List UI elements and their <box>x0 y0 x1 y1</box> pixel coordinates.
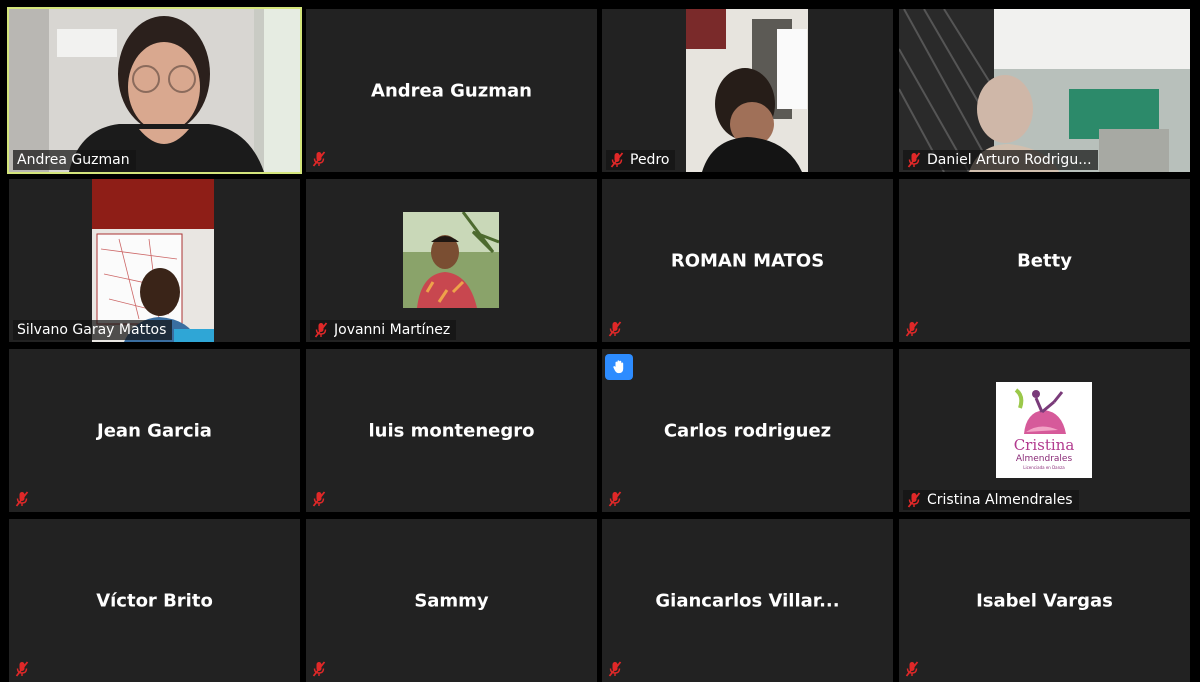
participant-tile[interactable]: ROMAN MATOS <box>602 179 893 342</box>
participant-video <box>602 9 893 172</box>
mic-muted-icon <box>314 322 328 338</box>
participant-tile[interactable]: Víctor Brito <box>9 519 300 682</box>
participant-tile[interactable]: Giancarlos Villar... <box>602 519 893 682</box>
participant-name-center: Sammy <box>414 590 489 611</box>
participant-name-center: ROMAN MATOS <box>670 250 825 271</box>
mic-muted-icon <box>608 321 622 337</box>
participant-video <box>9 179 300 342</box>
participant-tile[interactable]: Jovanni Martínez <box>306 179 597 342</box>
participant-tile[interactable]: Andrea Guzman <box>306 9 597 172</box>
mic-muted-icon <box>608 491 622 507</box>
participant-tile[interactable]: Carlos rodriguez <box>602 349 893 512</box>
participant-tile[interactable]: luis montenegro <box>306 349 597 512</box>
participant-tile[interactable]: Daniel Arturo Rodrigu... <box>899 9 1190 172</box>
participant-photo <box>403 212 499 308</box>
participant-name-label: Andrea Guzman <box>13 150 136 170</box>
mic-muted-icon <box>610 152 624 168</box>
logo-text-cristina: Cristina <box>1013 436 1075 454</box>
participant-name-center: Carlos rodriguez <box>663 420 832 441</box>
mic-muted-icon <box>905 321 919 337</box>
mic-muted-icon <box>312 491 326 507</box>
logo-text-tagline: Licenciada en Danza <box>1023 465 1065 470</box>
participant-name-center: luis montenegro <box>368 420 535 441</box>
participant-tile[interactable]: Andrea Guzman <box>7 7 302 174</box>
participant-tile[interactable]: Pedro <box>602 9 893 172</box>
participant-name-center: Betty <box>1017 250 1072 271</box>
mic-muted-icon <box>907 152 921 168</box>
participant-video <box>9 9 300 172</box>
participant-tile[interactable]: Jean Garcia <box>9 349 300 512</box>
dancer-icon <box>1014 388 1066 434</box>
participant-name-label: Silvano Garay Mattos <box>13 320 173 340</box>
participant-name-label: Daniel Arturo Rodrigu... <box>903 150 1098 170</box>
participant-tile[interactable]: Isabel Vargas <box>899 519 1190 682</box>
participant-name-label: Pedro <box>606 150 676 170</box>
participant-name-center: Andrea Guzman <box>371 80 532 101</box>
mic-muted-icon <box>312 151 326 167</box>
participant-name-center: Isabel Vargas <box>976 590 1113 611</box>
participant-tile[interactable]: Cristina Almendrales Licenciada en Danza Cr… <box>899 349 1190 512</box>
participant-name-center: Giancarlos Villar... <box>655 590 840 611</box>
participant-video <box>899 9 1190 172</box>
participant-tile[interactable]: Betty <box>899 179 1190 342</box>
participant-tile[interactable]: Sammy <box>306 519 597 682</box>
logo-text-almendrales: Almendrales <box>1015 454 1073 464</box>
raised-hand-icon <box>605 354 633 380</box>
mic-muted-icon <box>15 491 29 507</box>
participant-name-center: Víctor Brito <box>96 590 213 611</box>
mic-muted-icon <box>907 492 921 508</box>
participant-name-label: Jovanni Martínez <box>310 320 457 340</box>
participant-tile[interactable]: Silvano Garay Mattos <box>9 179 300 342</box>
participant-name-label: Cristina Almendrales <box>903 490 1079 510</box>
participant-logo: Cristina Almendrales Licenciada en Danza <box>996 382 1092 478</box>
participant-name-center: Jean Garcia <box>97 420 212 441</box>
